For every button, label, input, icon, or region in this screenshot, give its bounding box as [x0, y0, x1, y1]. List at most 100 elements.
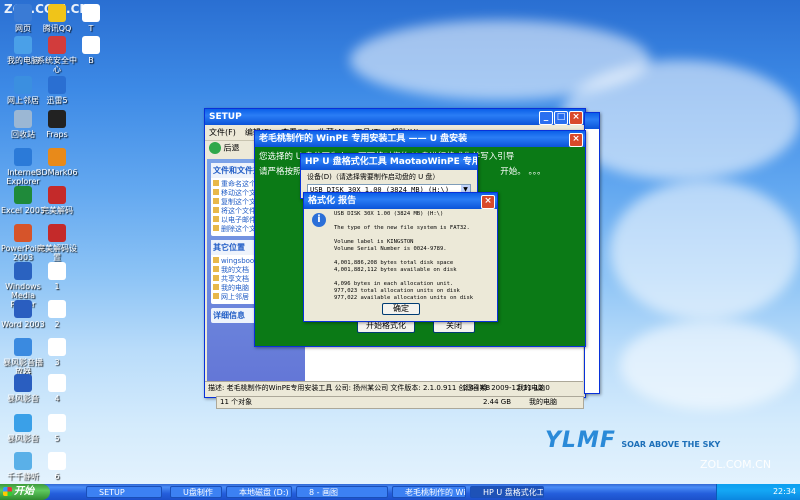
- desktop-icon-label: 完美解码设置: [37, 244, 77, 262]
- desktop-icon-label: 2: [54, 320, 60, 329]
- folder-icon: [213, 189, 219, 195]
- app-icon: [48, 76, 66, 94]
- taskbar: 开始 SETUP U盘制作本地磁盘 (D:) 8 - 画图老毛桃制作的 Win...…: [0, 484, 800, 500]
- maximize-button[interactable]: □: [554, 111, 568, 125]
- back-button[interactable]: 后退: [224, 144, 240, 153]
- app-icon: [48, 4, 66, 22]
- app-icon: [14, 452, 32, 470]
- app-icon: [14, 262, 32, 280]
- background-titlebar: [585, 113, 599, 129]
- desktop-icon-label: 6: [54, 472, 60, 481]
- secondary-location: 我的电脑: [529, 398, 557, 406]
- app-icon: [14, 148, 32, 166]
- app-icon: [14, 338, 32, 356]
- start-button[interactable]: 开始: [0, 484, 50, 500]
- taskbar-item[interactable]: 本地磁盘 (D:): [226, 486, 292, 498]
- folder-icon: [213, 207, 219, 213]
- minimize-button[interactable]: _: [539, 111, 553, 125]
- folder-icon: [213, 293, 219, 299]
- app-icon: [14, 186, 32, 204]
- secondary-statusbar: 11 个对象 2.44 GB 我的电脑: [216, 396, 584, 409]
- desktop-icon[interactable]: 3: [34, 338, 80, 367]
- desktop-icon-label: B: [88, 56, 94, 65]
- desktop-icon[interactable]: 迅雷5: [34, 76, 80, 105]
- background-window-edge: [584, 112, 600, 394]
- desktop-icon[interactable]: 5: [34, 414, 80, 443]
- desktop-icon[interactable]: B: [68, 36, 114, 65]
- task-link-label: 我的文档: [221, 266, 249, 274]
- taskbar-item[interactable]: HP U 盘格式化工...: [470, 486, 544, 498]
- app-icon: [48, 414, 66, 432]
- report-line: [334, 253, 494, 260]
- desktop-icon-label: Fraps: [46, 130, 68, 139]
- device-label: 设备(D)（请选择需要制作启动盘的 U 盘）: [307, 173, 440, 181]
- folder-icon: [213, 275, 219, 281]
- app-icon: [14, 76, 32, 94]
- secondary-size: 2.44 GB: [483, 398, 512, 406]
- installer-dots: 。。。: [528, 167, 546, 177]
- report-line: Volume label is KINGSTON: [334, 239, 414, 245]
- app-icon: [48, 36, 66, 54]
- installer-titlebar[interactable]: 老毛桃制作的 WinPE 专用安装工具 —— U 盘安装 ×: [255, 131, 585, 147]
- folder-icon: [213, 225, 219, 231]
- close-button[interactable]: ×: [569, 111, 583, 125]
- taskbar-item[interactable]: SETUP: [86, 486, 162, 498]
- explorer-statusbar: 描述: 老毛桃制作的WinPE专用安装工具 公司: 扬州某公司 文件版本: 2.…: [205, 381, 583, 395]
- report-titlebar[interactable]: 格式化 报告 ×: [304, 193, 497, 209]
- desktop-icon[interactable]: 6: [34, 452, 80, 481]
- app-icon: [14, 300, 32, 318]
- desktop-icon[interactable]: 4: [34, 374, 80, 403]
- desktop-icon[interactable]: Fraps: [34, 110, 80, 139]
- app-icon: [48, 338, 66, 356]
- report-line: The type of the new file system is FAT32…: [334, 225, 470, 231]
- explorer-title: SETUP: [209, 112, 242, 122]
- task-link-label: wingsboot: [221, 257, 257, 265]
- close-button[interactable]: ×: [481, 195, 495, 209]
- desktop-icon-label: 1: [54, 282, 60, 291]
- back-icon[interactable]: [209, 142, 221, 154]
- logo-brand: YLMF: [545, 428, 616, 453]
- system-tray: 22:34: [716, 484, 800, 500]
- taskbar-item[interactable]: 老毛桃制作的 Win...: [392, 486, 466, 498]
- desktop-icon[interactable]: T: [68, 4, 114, 33]
- taskbar-item[interactable]: U盘制作: [170, 486, 222, 498]
- desktop-icon-label: 4: [54, 394, 60, 403]
- logo-tagline: SOAR ABOVE THE SKY: [621, 440, 721, 449]
- desktop-icon-label: 5: [54, 434, 60, 443]
- desktop-icon-label: 3: [54, 358, 60, 367]
- desktop-icon[interactable]: 完美解码设置: [34, 224, 80, 262]
- app-icon: [82, 4, 100, 22]
- desktop-icon[interactable]: 2: [34, 300, 80, 329]
- explorer-titlebar[interactable]: SETUP _ □ ×: [205, 109, 585, 125]
- ylmf-logo: YLMF SOAR ABOVE THE SKY: [545, 428, 720, 453]
- watermark-bottom: ZOL.COM.CN: [700, 458, 772, 471]
- app-icon: [14, 4, 32, 22]
- task-link-label: 网上邻居: [221, 293, 249, 301]
- app-icon: [48, 186, 66, 204]
- cloud-decoration: [610, 180, 800, 320]
- desktop-icon[interactable]: 完美解码: [34, 186, 80, 215]
- report-title: 格式化 报告: [308, 196, 357, 206]
- status-location: 我的电脑: [517, 384, 545, 392]
- format-report-dialog[interactable]: 格式化 报告 × i USB DISK 30X 1.00 (3824 MB) (…: [303, 192, 498, 322]
- taskbar-item[interactable]: 8 - 画图: [296, 486, 388, 498]
- report-line: 4,096 bytes in each allocation unit.: [334, 281, 454, 287]
- format-tool-titlebar[interactable]: HP U 盘格式化工具 MaotaoWinPE 专用版: [301, 154, 477, 170]
- desktop-icon[interactable]: 1: [34, 262, 80, 291]
- ok-button[interactable]: 确定: [382, 303, 420, 315]
- status-size: 2.44 KB: [463, 384, 491, 392]
- folder-icon: [213, 257, 219, 263]
- task-link-label: 共享文档: [221, 275, 249, 283]
- desktop-icon[interactable]: 3DMark06: [34, 148, 80, 177]
- report-line: 977,022 available allocation units on di…: [334, 295, 474, 301]
- app-icon: [48, 224, 66, 242]
- report-line: [334, 274, 494, 281]
- cloud-decoration: [620, 320, 800, 410]
- report-line: [334, 218, 494, 225]
- report-line: USB DISK 30X 1.00 (3824 MB) (H:\): [334, 211, 444, 217]
- close-button[interactable]: ×: [569, 133, 583, 147]
- menu-item[interactable]: 文件(F): [209, 128, 236, 137]
- folder-icon: [213, 266, 219, 272]
- app-icon: [14, 224, 32, 242]
- folder-icon: [213, 216, 219, 222]
